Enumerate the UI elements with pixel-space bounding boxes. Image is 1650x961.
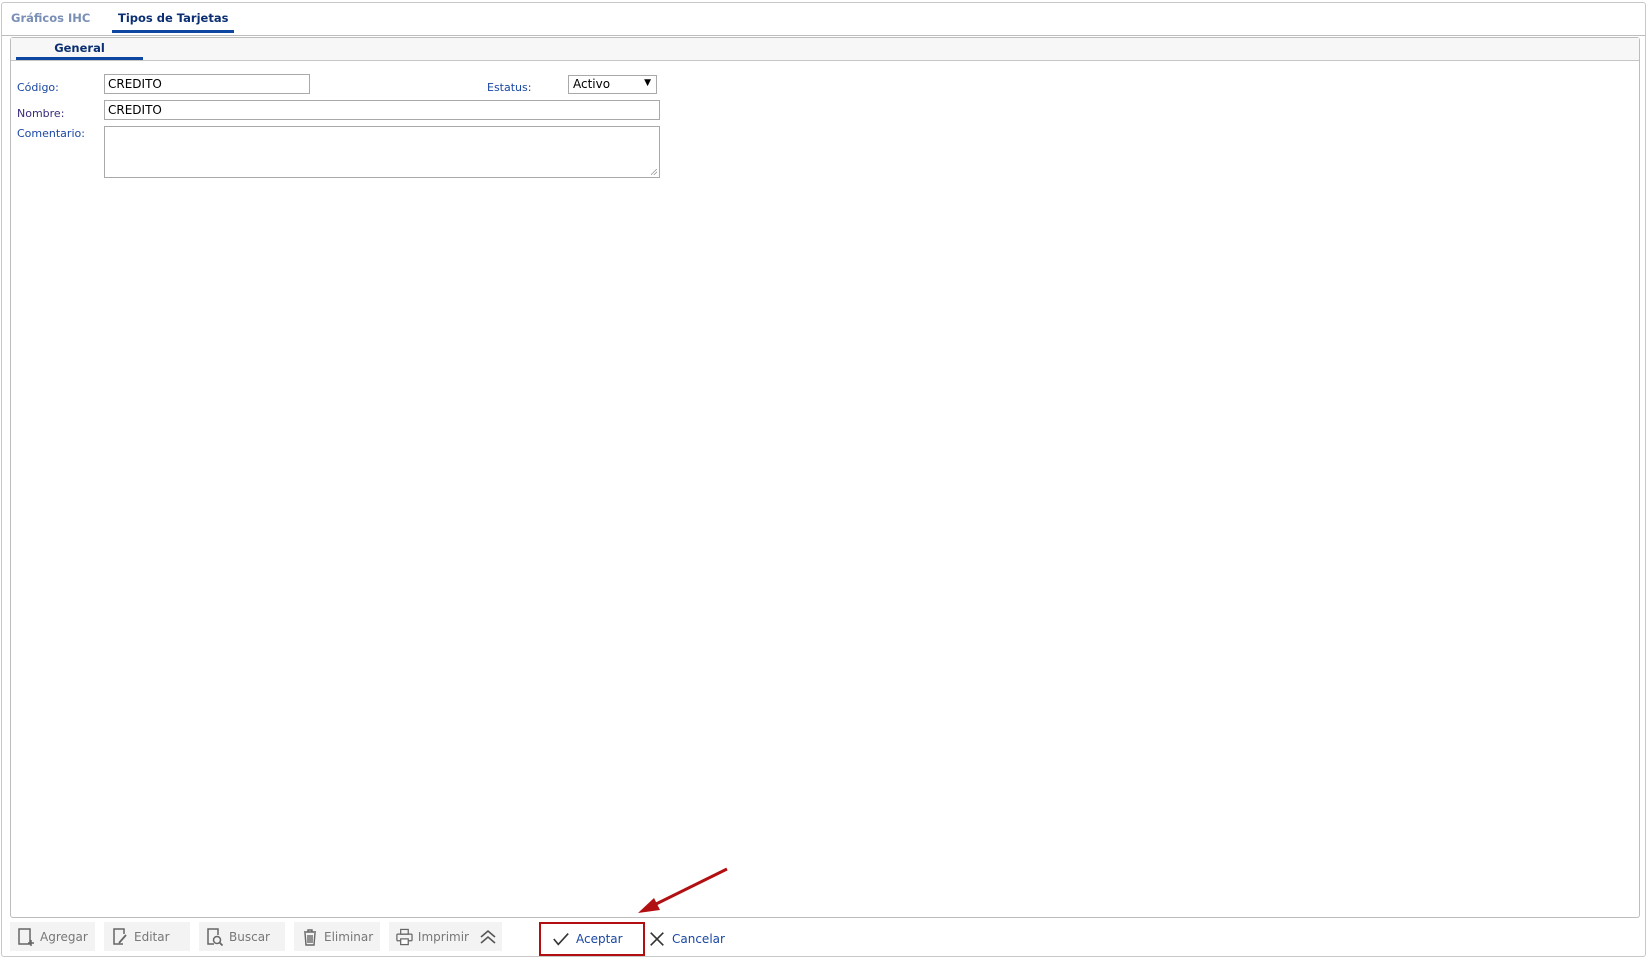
comentario-label: Comentario:	[17, 127, 85, 140]
tab-tipos-de-tarjetas[interactable]: Tipos de Tarjetas	[112, 11, 235, 33]
close-icon	[650, 932, 664, 946]
double-chevron-up-icon	[480, 929, 496, 944]
search-document-icon	[207, 927, 224, 946]
printer-icon	[396, 928, 413, 945]
buscar-label: Buscar	[229, 929, 270, 944]
codigo-input[interactable]	[104, 74, 310, 94]
buscar-button[interactable]: Buscar	[199, 922, 285, 951]
imprimir-label: Imprimir	[417, 929, 469, 944]
dropdown-arrow-icon: ▼	[644, 78, 651, 88]
add-document-icon	[18, 927, 34, 946]
highlight-box	[539, 922, 645, 956]
tab-bar: Gráficos IHC Tipos de Tarjetas	[2, 3, 1645, 36]
edit-icon	[113, 927, 127, 945]
cancelar-label: Cancelar	[672, 932, 725, 946]
tab-graficos-ihc[interactable]: Gráficos IHC	[5, 11, 96, 30]
eliminar-button[interactable]: Eliminar	[294, 922, 380, 951]
editar-label: Editar	[134, 929, 170, 944]
comentario-textarea[interactable]	[104, 126, 660, 178]
trash-icon	[304, 928, 316, 946]
collapse-toolbar-button[interactable]	[475, 922, 502, 951]
tab-general[interactable]: General	[16, 41, 143, 60]
editar-button[interactable]: Editar	[104, 922, 190, 951]
cancelar-button[interactable]: Cancelar	[648, 922, 725, 956]
agregar-button[interactable]: Agregar	[10, 922, 95, 951]
eliminar-label: Eliminar	[324, 929, 374, 944]
agregar-label: Agregar	[40, 929, 88, 944]
nombre-input[interactable]	[104, 100, 660, 120]
panel-tab-bar: General	[11, 38, 1639, 61]
nombre-label: Nombre:	[17, 107, 65, 120]
estatus-value: Activo	[573, 77, 611, 91]
codigo-label: Código:	[17, 81, 59, 94]
estatus-select[interactable]: Activo ▼	[568, 75, 657, 94]
estatus-label: Estatus:	[487, 81, 532, 94]
imprimir-button[interactable]: Imprimir	[389, 922, 475, 951]
